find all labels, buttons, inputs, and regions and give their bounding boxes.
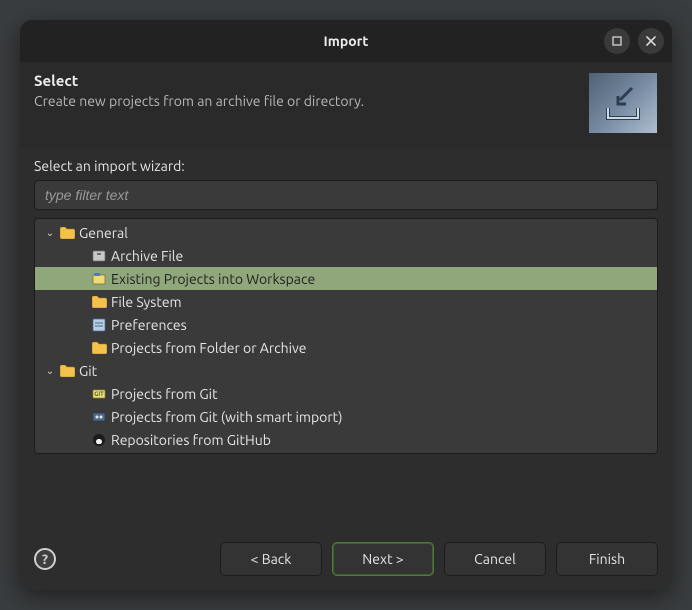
tree-item-label: Archive File [111, 248, 183, 264]
filter-prompt: Select an import wizard: [34, 158, 658, 174]
archive-icon [91, 248, 107, 264]
import-banner-icon [588, 72, 658, 134]
tree-item-label: Existing Projects into Workspace [111, 271, 315, 287]
folder-icon [59, 363, 75, 379]
header-description: Create new projects from an archive file… [34, 93, 588, 109]
tree-category-label: General [79, 225, 128, 241]
tree-item-existing-projects[interactable]: Existing Projects into Workspace [35, 267, 657, 290]
tree-item-label: Repositories from GitHub [111, 432, 271, 448]
svg-text:GIT: GIT [94, 391, 104, 398]
projects-icon [91, 271, 107, 287]
finish-button[interactable]: Finish [556, 542, 658, 576]
tree-item-projects-folder-archive[interactable]: Projects from Folder or Archive [35, 336, 657, 359]
tree-item-label: Projects from Git (with smart import) [111, 409, 343, 425]
git-icon [91, 409, 107, 425]
header-title: Select [34, 72, 588, 89]
chevron-down-icon: ⌄ [43, 365, 57, 377]
next-button[interactable]: Next > [332, 542, 434, 576]
folder-icon [91, 340, 107, 356]
wizard-tree[interactable]: ⌄ General Archive File Existing Projects [34, 218, 658, 454]
folder-icon [91, 294, 107, 310]
tree-category-general[interactable]: ⌄ General [35, 221, 657, 244]
window-title: Import [324, 33, 369, 49]
import-dialog: Import Select Create new projects from a… [20, 20, 672, 590]
close-button[interactable] [638, 28, 664, 54]
tree-item-projects-from-git[interactable]: GIT Projects from Git [35, 382, 657, 405]
tree-item-label: File System [111, 294, 182, 310]
chevron-down-icon: ⌄ [43, 227, 57, 239]
tree-item-projects-from-git-smart[interactable]: Projects from Git (with smart import) [35, 405, 657, 428]
wizard-body: Select an import wizard: ⌄ General Archi… [20, 148, 672, 528]
preferences-icon [91, 317, 107, 333]
wizard-header: Select Create new projects from an archi… [20, 62, 672, 148]
filter-input[interactable] [34, 180, 658, 210]
wizard-footer: ? < Back Next > Cancel Finish [20, 528, 672, 590]
git-icon: GIT [91, 386, 107, 402]
tree-item-label: Preferences [111, 317, 187, 333]
help-button[interactable]: ? [34, 548, 56, 570]
tree-item-repositories-github[interactable]: Repositories from GitHub [35, 428, 657, 451]
cancel-button[interactable]: Cancel [444, 542, 546, 576]
tree-category-label: Git [79, 363, 97, 379]
window-controls [604, 28, 664, 54]
tree-category-git[interactable]: ⌄ Git [35, 359, 657, 382]
titlebar: Import [20, 20, 672, 62]
folder-icon [59, 225, 75, 241]
tree-item-label: Projects from Folder or Archive [111, 340, 307, 356]
tree-item-preferences[interactable]: Preferences [35, 313, 657, 336]
maximize-button[interactable] [604, 28, 630, 54]
back-button[interactable]: < Back [220, 542, 322, 576]
github-icon [91, 432, 107, 448]
tree-item-file-system[interactable]: File System [35, 290, 657, 313]
tree-item-label: Projects from Git [111, 386, 218, 402]
tree-item-archive-file[interactable]: Archive File [35, 244, 657, 267]
